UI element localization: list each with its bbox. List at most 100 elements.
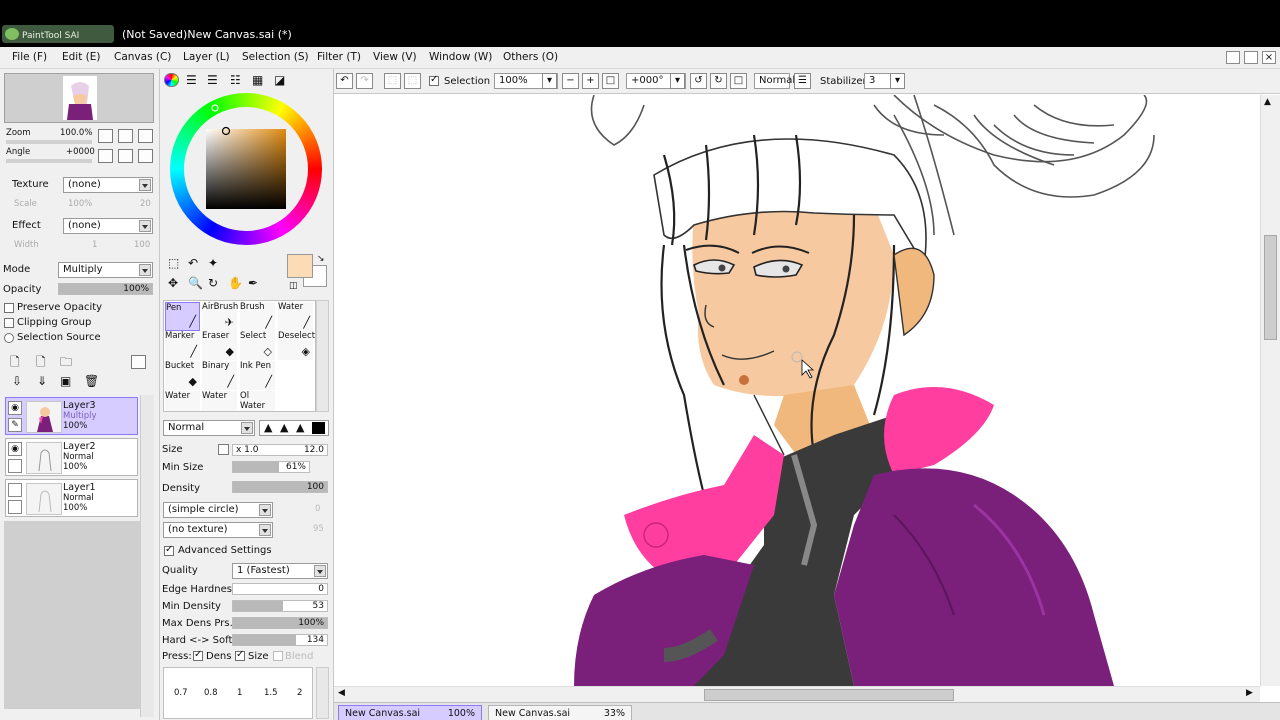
clipping-group-checkbox[interactable]: [4, 318, 14, 328]
tool-deselect[interactable]: Deselect ◈: [278, 331, 315, 360]
tool-airbrush[interactable]: AirBrush ✈: [202, 302, 238, 331]
undo-icon[interactable]: ↶: [336, 73, 353, 89]
horizontal-scrollbar[interactable]: ◀ ▶: [334, 686, 1260, 702]
hard-soft-slider[interactable]: 134: [232, 634, 328, 646]
delete-layer-icon[interactable]: 🗑: [84, 374, 99, 388]
min-density-slider[interactable]: 53: [232, 600, 328, 612]
selection-source-checkbox[interactable]: [4, 333, 14, 343]
scratchpad-tab-icon[interactable]: ▦: [252, 73, 263, 87]
chevron-down-icon[interactable]: ▾: [542, 73, 557, 89]
new-linework-icon[interactable]: 🗋: [36, 353, 46, 374]
menu-window[interactable]: Window (W): [429, 51, 492, 63]
navigator-preview[interactable]: [4, 73, 154, 123]
menu-view[interactable]: View (V): [373, 51, 417, 63]
rotate-left-icon[interactable]: [98, 149, 113, 163]
advanced-settings-checkbox[interactable]: [164, 544, 174, 556]
zoom-reset-icon[interactable]: [138, 129, 153, 143]
rotate-icon[interactable]: ↻: [208, 276, 218, 290]
vertical-scroll-thumb[interactable]: [1264, 235, 1277, 340]
eye-icon[interactable]: [8, 483, 22, 497]
tool-select[interactable]: Select ◇: [240, 331, 275, 360]
primary-color-swatch[interactable]: [287, 254, 313, 278]
color-wheel[interactable]: [170, 93, 322, 245]
menu-layer[interactable]: Layer (L): [183, 51, 230, 63]
tool-eraser[interactable]: Eraser ◆: [202, 331, 237, 360]
close-icon[interactable]: ×: [1262, 51, 1276, 64]
layer-scrollbar[interactable]: [140, 395, 154, 717]
tool-pen[interactable]: Pen ╱: [165, 302, 200, 331]
invert-selection-icon[interactable]: ⬚: [404, 73, 421, 89]
rotate-reset-icon[interactable]: [138, 149, 153, 163]
pencil-icon[interactable]: [8, 500, 22, 514]
user-colors-tab-icon[interactable]: ◪: [274, 73, 285, 87]
zoom-out-icon[interactable]: −: [562, 73, 579, 89]
tool-water-2[interactable]: Water: [165, 391, 200, 411]
magic-wand-icon[interactable]: ✦: [208, 256, 218, 270]
restore-icon[interactable]: [1244, 51, 1258, 64]
transparent-color-icon[interactable]: ◫: [289, 281, 298, 291]
edge-hardness-slider[interactable]: 0: [232, 583, 328, 595]
max-dens-prs-slider[interactable]: 100%: [232, 617, 328, 629]
tool-grid-scrollbar[interactable]: [316, 300, 329, 412]
tool-marker[interactable]: Marker ╱: [165, 331, 200, 360]
menu-canvas[interactable]: Canvas (C): [114, 51, 171, 63]
chevron-down-icon[interactable]: ▾: [670, 73, 685, 89]
eyedropper-icon[interactable]: ✒: [248, 276, 258, 290]
rect-select-icon[interactable]: ⬚: [168, 256, 179, 270]
layer-mask-icon[interactable]: [131, 355, 146, 369]
tool-water[interactable]: Water ╱: [278, 302, 313, 331]
lasso-icon[interactable]: ↶: [188, 256, 198, 270]
scroll-up-icon[interactable]: ▲: [1264, 97, 1271, 107]
angle-slider[interactable]: [6, 159, 92, 163]
scroll-right-icon[interactable]: ▶: [1246, 688, 1253, 698]
blend-mode-select[interactable]: Multiply: [58, 262, 153, 278]
brush-size-preset[interactable]: 0.7: [174, 688, 188, 698]
brush-size-preset[interactable]: 1: [237, 688, 242, 698]
redo-icon[interactable]: ↷: [356, 73, 373, 89]
file-tab[interactable]: New Canvas.sai 33%: [488, 705, 632, 720]
view-mode-select[interactable]: Normal: [754, 73, 795, 89]
layer-item-layer2[interactable]: ◉ Layer2 Normal 100%: [5, 438, 138, 476]
new-layer-icon[interactable]: 🗋: [10, 353, 20, 374]
zoom-out-icon[interactable]: [98, 129, 113, 143]
menu-file[interactable]: File (F): [12, 51, 47, 63]
tool-bucket[interactable]: Bucket ◆: [165, 361, 200, 390]
drawing-canvas[interactable]: [334, 95, 1260, 686]
brush-blend-select[interactable]: Normal: [163, 420, 255, 436]
swatches-tab-icon[interactable]: ☷: [230, 73, 241, 87]
menu-others[interactable]: Others (O): [503, 51, 558, 63]
layer-item-layer3[interactable]: ◉ ✎ Layer3 Multiply 100%: [5, 397, 138, 435]
selection-checkbox[interactable]: [429, 74, 439, 86]
chevron-down-icon[interactable]: ▾: [890, 73, 905, 89]
effect-select[interactable]: (none): [63, 218, 153, 234]
eye-icon[interactable]: ◉: [8, 442, 22, 456]
menu-edit[interactable]: Edit (E): [62, 51, 101, 63]
flip-icon[interactable]: ☰: [794, 73, 811, 89]
rotate-right-icon[interactable]: ↻: [710, 73, 727, 89]
rotate-left-icon[interactable]: ↺: [690, 73, 707, 89]
menu-selection[interactable]: Selection (S): [242, 51, 309, 63]
hsv-slider-tab-icon[interactable]: ☰: [207, 73, 218, 87]
layer-item-layer1[interactable]: Layer1 Normal 100%: [5, 479, 138, 517]
brush-size-preset[interactable]: 2: [297, 688, 302, 698]
horizontal-scroll-thumb[interactable]: [704, 689, 954, 701]
size-lock-icon[interactable]: [218, 444, 229, 455]
transfer-down-icon[interactable]: ⇩: [12, 374, 22, 388]
scroll-left-icon[interactable]: ◀: [338, 688, 345, 698]
hand-icon[interactable]: ✋: [228, 276, 243, 290]
move-icon[interactable]: ✥: [168, 276, 178, 290]
size-slider[interactable]: x 1.0 12.0: [232, 444, 328, 456]
zoom-in-icon[interactable]: +: [582, 73, 599, 89]
rotate-reset-icon[interactable]: □: [730, 73, 747, 89]
quality-select[interactable]: 1 (Fastest): [232, 563, 328, 579]
color-wheel-tab-icon[interactable]: [164, 73, 179, 87]
rgb-slider-tab-icon[interactable]: ☰: [186, 73, 197, 87]
tool-water-3[interactable]: Water: [202, 391, 237, 411]
new-folder-icon[interactable]: 🗀: [60, 353, 72, 374]
tool-oil-water[interactable]: Ol Water: [240, 391, 275, 411]
swap-colors-icon[interactable]: ↘: [317, 254, 325, 264]
menu-filter[interactable]: Filter (T): [317, 51, 361, 63]
brush-shape-select[interactable]: (simple circle): [163, 502, 273, 518]
press-blend-checkbox[interactable]: [273, 651, 283, 661]
brush-size-preset[interactable]: 1.5: [264, 688, 278, 698]
